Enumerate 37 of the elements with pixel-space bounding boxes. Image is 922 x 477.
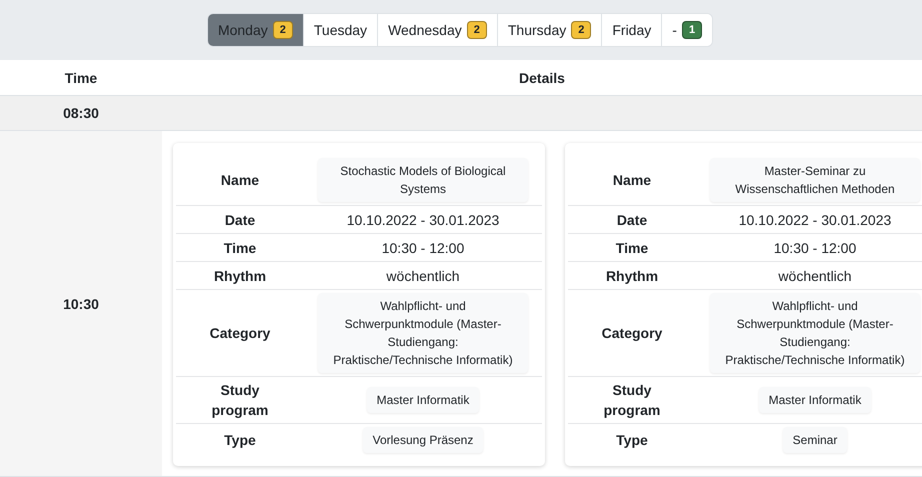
count-badge: 2 <box>571 21 592 39</box>
value-chip: Master Informatik <box>758 387 872 413</box>
field-label: Time <box>222 238 258 258</box>
value-chip: Wahlpflicht- und Schwerpunktmodule (Master-Studiengang: Praktische/Technische Informatik) <box>710 293 920 373</box>
count-badge: 1 <box>682 21 702 39</box>
field-label: Rhythm <box>604 266 660 286</box>
field-label: Type <box>223 431 257 450</box>
field-label: Rhythm <box>212 266 268 286</box>
day-tab[interactable]: - 1 <box>661 14 712 46</box>
value-chip: Master Informatik <box>366 387 480 413</box>
field-value: 10:30 - 12:00 <box>772 238 858 258</box>
value-chip: Seminar <box>782 427 848 453</box>
value-chip: Wahlpflicht- und Schwerpunktmodule (Master-Studiengang: Praktische/Technische Informatik) <box>318 293 528 373</box>
field-value: 10.10.2022 - 30.01.2023 <box>738 210 892 230</box>
field-label: Name <box>220 171 260 190</box>
field-label: Study program <box>210 381 270 420</box>
field-label: Category <box>208 324 272 343</box>
field-label: Study program <box>602 381 662 420</box>
value-chip: Stochastic Models of Biological Systems <box>318 158 528 202</box>
field-label: Type <box>615 431 649 450</box>
field-value: wöchentlich <box>777 266 853 286</box>
value-chip: Vorlesung Präsenz <box>362 427 484 453</box>
field-label: Time <box>614 238 650 258</box>
count-badge: 2 <box>272 21 293 39</box>
column-header: Details <box>518 70 566 86</box>
field-value: 10.10.2022 - 30.01.2023 <box>346 210 500 230</box>
time-cell: 10:30 <box>0 131 162 476</box>
field-label: Date <box>616 210 648 230</box>
value-chip: Master-Seminar zu Wissenschaftlichen Methoden <box>710 158 920 202</box>
field-value: wöchentlich <box>385 266 461 286</box>
column-header: Time <box>64 70 98 86</box>
field-label: Name <box>612 171 652 190</box>
count-badge: 2 <box>466 21 487 39</box>
field-label: Category <box>600 324 664 343</box>
day-tab[interactable]: Monday 2 <box>208 14 303 46</box>
field-value: 10:30 - 12:00 <box>380 238 466 258</box>
field-label: Date <box>224 210 256 230</box>
